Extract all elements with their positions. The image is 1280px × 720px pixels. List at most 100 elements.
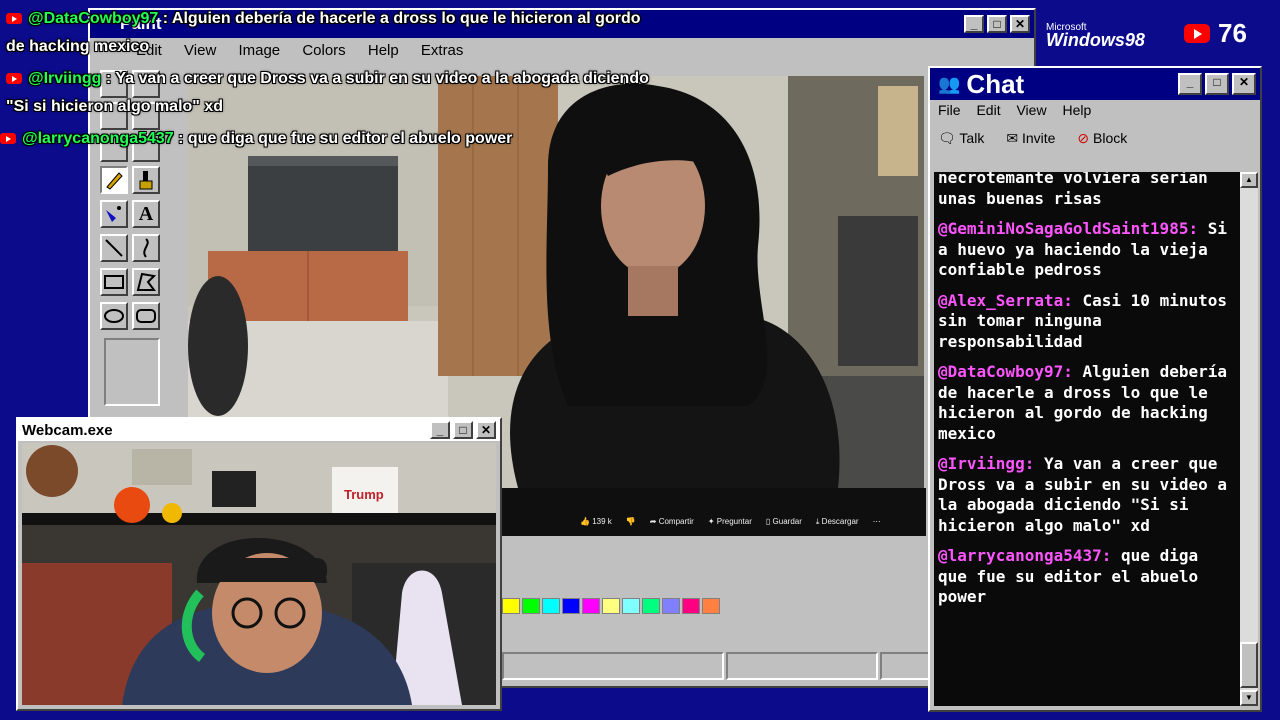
palette-swatch[interactable] [622,598,640,614]
polygon-tool[interactable] [132,268,160,296]
chat-username: @Irviingg: [938,454,1035,473]
chat-title: Chat [966,68,1025,99]
airbrush-icon [106,206,121,222]
chat-message: @larrycanonga5437: que diga que fue su e… [938,546,1234,608]
talk-icon: 🗨 [938,130,956,146]
talk-label: Talk [959,130,985,146]
curve-tool[interactable] [132,234,160,262]
talk-button[interactable]: 🗨 Talk [938,130,984,147]
like-count: 139 k [592,517,612,526]
close-button[interactable]: ✕ [476,421,496,439]
share-button[interactable]: ➦ Compartir [650,517,694,527]
thumbs-up-icon: 👍 [580,517,590,526]
menu-extras[interactable]: Extras [421,42,464,59]
scroll-up-button[interactable]: ▲ [1240,172,1258,188]
menu-view[interactable]: View [184,42,216,59]
close-button[interactable]: ✕ [1010,15,1030,33]
palette-swatch[interactable] [682,598,700,614]
brush-tool[interactable] [132,166,160,194]
palette-swatch[interactable] [562,598,580,614]
line-icon [105,239,123,257]
scroll-thumb[interactable] [1240,642,1258,688]
menu-image[interactable]: Image [238,42,280,59]
invite-icon: ✉ [1006,130,1019,146]
block-button[interactable]: ⊘ Block [1077,130,1127,147]
download-button[interactable]: ⤓ Descargar [816,517,859,527]
overlay-message: @Irviingg : Ya van a creer que Dross va … [6,70,649,88]
shelf-sign-text: Trump [344,487,384,502]
thumbs-down-icon: 👎 [625,517,636,526]
maximize-button[interactable]: □ [1205,73,1229,95]
video-action-bar: 👍 139 k 👎 ➦ Compartir ✦ Preguntar ▯ Guar… [502,488,926,536]
line-tool[interactable] [100,234,128,262]
rounded-rectangle-tool[interactable] [132,302,160,330]
text-tool[interactable]: A [132,200,160,228]
download-label: Descargar [821,517,859,526]
pencil-tool[interactable] [100,166,128,194]
maximize-button[interactable]: □ [453,421,473,439]
palette-swatch[interactable] [542,598,560,614]
palette-swatch[interactable] [502,598,520,614]
tool-options-box[interactable] [104,338,160,406]
palette-swatch[interactable] [582,598,600,614]
invite-button[interactable]: ✉ Invite [1006,130,1055,147]
download-icon: ⤓ [815,517,820,526]
scroll-down-button[interactable]: ▼ [1240,690,1258,706]
palette-swatch[interactable] [662,598,680,614]
minimize-button[interactable]: _ [430,421,450,439]
more-icon: ⋯ [872,517,881,526]
curve-icon [143,238,149,258]
youtube-icon [6,13,22,25]
save-label: Guardar [772,517,802,526]
block-label: Block [1093,130,1128,146]
chat-scrollbar[interactable]: ▲ ▼ [1240,172,1258,706]
ask-label: Preguntar [716,517,752,526]
maximize-button[interactable]: □ [987,15,1007,33]
ellipse-tool[interactable] [100,302,128,330]
menu-colors[interactable]: Colors [302,42,345,59]
overlay-message: @larrycanonga5437 : que diga que fue su … [0,130,512,148]
status-pane [726,652,878,680]
airbrush-tool[interactable] [100,200,128,228]
palette-swatch[interactable] [602,598,620,614]
pencil-icon [106,172,123,190]
chat-messages-pane[interactable]: necrotemante volviera serian unas buenas… [934,172,1240,706]
chat-message: @GeminiNoSagaGoldSaint1985: Si a huevo y… [938,219,1234,281]
save-button[interactable]: ▯ Guardar [766,517,802,527]
overlay-message-continued: "Si si hicieron algo malo" xd [6,98,223,115]
palette-swatch[interactable] [642,598,660,614]
rounded-rectangle-icon [136,309,156,323]
rectangle-tool[interactable] [100,268,128,296]
webcam-titlebar: Webcam.exe _ □ ✕ [18,419,500,441]
share-label: Compartir [658,517,694,526]
minimize-button[interactable]: _ [964,15,984,33]
overlay-separator: : [101,70,116,87]
menu-view[interactable]: View [1016,102,1046,118]
webcam-scene: Trump [22,443,496,705]
block-icon: ⊘ [1077,130,1090,146]
like-button[interactable]: 👍 139 k [580,517,612,527]
palette-swatch[interactable] [522,598,540,614]
rectangle-icon [104,275,124,289]
menu-file[interactable]: File [938,102,961,118]
text-a-icon: A [138,203,154,225]
color-palette [502,598,722,619]
overlay-message-continued: de hacking mexico [6,38,150,55]
people-icon: 👥 [938,73,961,94]
dislike-button[interactable]: 👎 [626,517,636,527]
chat-username: @GeminiNoSagaGoldSaint1985: [938,219,1199,238]
webcam-title: Webcam.exe [22,421,113,439]
viewer-count: 76 [1218,18,1247,48]
palette-swatch[interactable] [702,598,720,614]
menu-help[interactable]: Help [1062,102,1091,118]
more-button[interactable]: ⋯ [873,517,881,527]
menu-edit[interactable]: Edit [976,102,1000,118]
ask-button[interactable]: ✦ Preguntar [708,517,752,527]
menu-help[interactable]: Help [368,42,399,59]
webcam-feed: Trump [22,443,496,705]
bookmark-icon: ▯ [765,517,771,526]
close-button[interactable]: ✕ [1232,73,1256,95]
chat-toolbar: 🗨 Talk ✉ Invite ⊘ Block [938,130,1127,147]
overlay-text: Ya van a creer que Dross va a subir en s… [115,70,649,87]
minimize-button[interactable]: _ [1178,73,1202,95]
